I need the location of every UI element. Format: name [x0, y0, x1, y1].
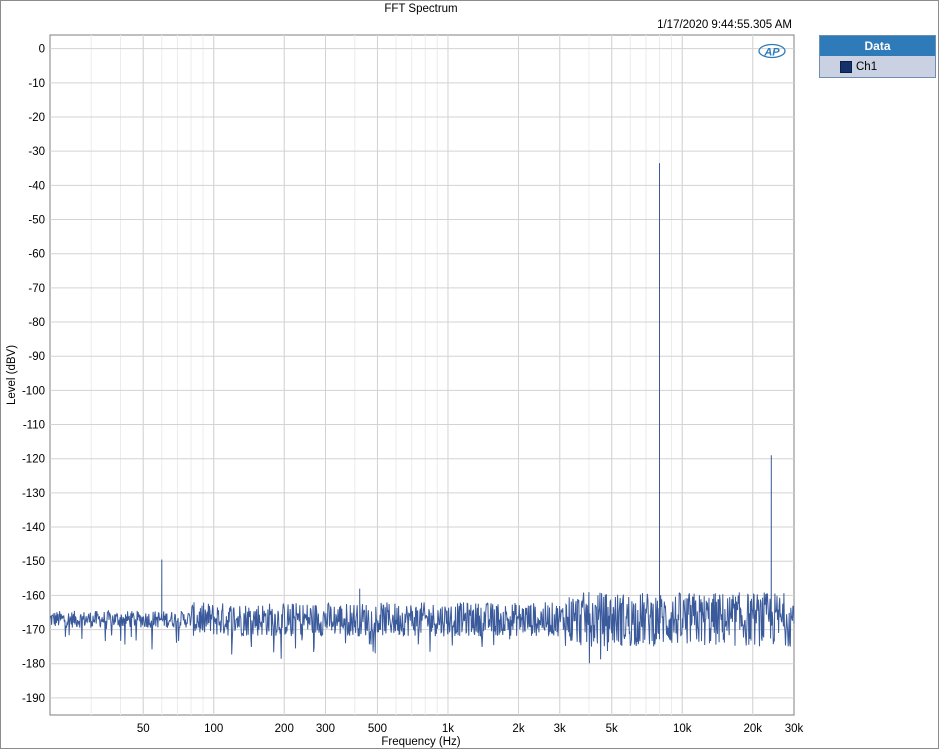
y-tick-label: -80	[28, 317, 45, 329]
legend-swatch-ch1	[840, 60, 852, 73]
x-tick-label: 2k	[512, 723, 524, 735]
legend-label-ch1: Ch1	[856, 60, 878, 73]
x-axis-ticks: 50 100 200 300 500 1k 2k 3k 5k 10k 20k 30k	[137, 723, 804, 735]
y-tick-label: -40	[28, 180, 45, 192]
x-tick-label: 300	[316, 723, 335, 735]
x-tick-label: 5k	[606, 723, 618, 735]
y-tick-label: -170	[22, 625, 45, 637]
y-axis-label: Level (dBV)	[6, 345, 18, 405]
y-tick-label: -190	[22, 693, 45, 705]
x-tick-label: 200	[275, 723, 294, 735]
x-tick-label: 20k	[743, 723, 762, 735]
x-tick-label: 100	[204, 723, 223, 735]
y-tick-label: -110	[23, 420, 45, 432]
chart-title: FFT Spectrum	[384, 3, 457, 15]
y-tick-label: -10	[28, 78, 45, 90]
y-tick-label: -120	[22, 454, 45, 466]
chart-frame: FFT Spectrum 1/17/2020 9:44:55.305 AM 0 -…	[0, 0, 939, 749]
x-tick-label: 1k	[442, 723, 454, 735]
y-tick-label: -70	[28, 283, 45, 295]
y-tick-label: -160	[22, 590, 45, 602]
ap-logo-text: AP	[763, 47, 780, 59]
y-tick-label: -50	[28, 215, 45, 227]
y-axis-ticks: 0 -10 -20 -30 -40 -50 -60 -70 -80 -90 -100 -110 -120…	[22, 44, 45, 705]
y-tick-label: -130	[22, 488, 45, 500]
x-axis-label: Frequency (Hz)	[381, 736, 460, 748]
x-tick-label: 30k	[785, 723, 804, 735]
y-tick-label: -100	[22, 385, 45, 397]
fft-spectrum-chart: FFT Spectrum 1/17/2020 9:44:55.305 AM 0 -…	[6, 3, 804, 748]
x-tick-label: 50	[137, 723, 150, 735]
y-tick-label: -140	[22, 522, 45, 534]
x-tick-label: 3k	[554, 723, 566, 735]
y-tick-label: 0	[39, 44, 45, 56]
legend: Data Ch1	[819, 35, 936, 78]
y-tick-label: -60	[28, 249, 45, 261]
x-tick-label: 10k	[673, 723, 692, 735]
legend-item-ch1[interactable]: Ch1	[820, 56, 935, 77]
timestamp: 1/17/2020 9:44:55.305 AM	[657, 19, 792, 31]
y-tick-label: -150	[22, 556, 45, 568]
x-tick-label: 500	[368, 723, 387, 735]
y-tick-label: -180	[22, 659, 45, 671]
y-tick-label: -30	[28, 146, 45, 158]
legend-title: Data	[820, 36, 935, 56]
y-tick-label: -90	[28, 351, 45, 363]
y-tick-label: -20	[28, 112, 45, 124]
